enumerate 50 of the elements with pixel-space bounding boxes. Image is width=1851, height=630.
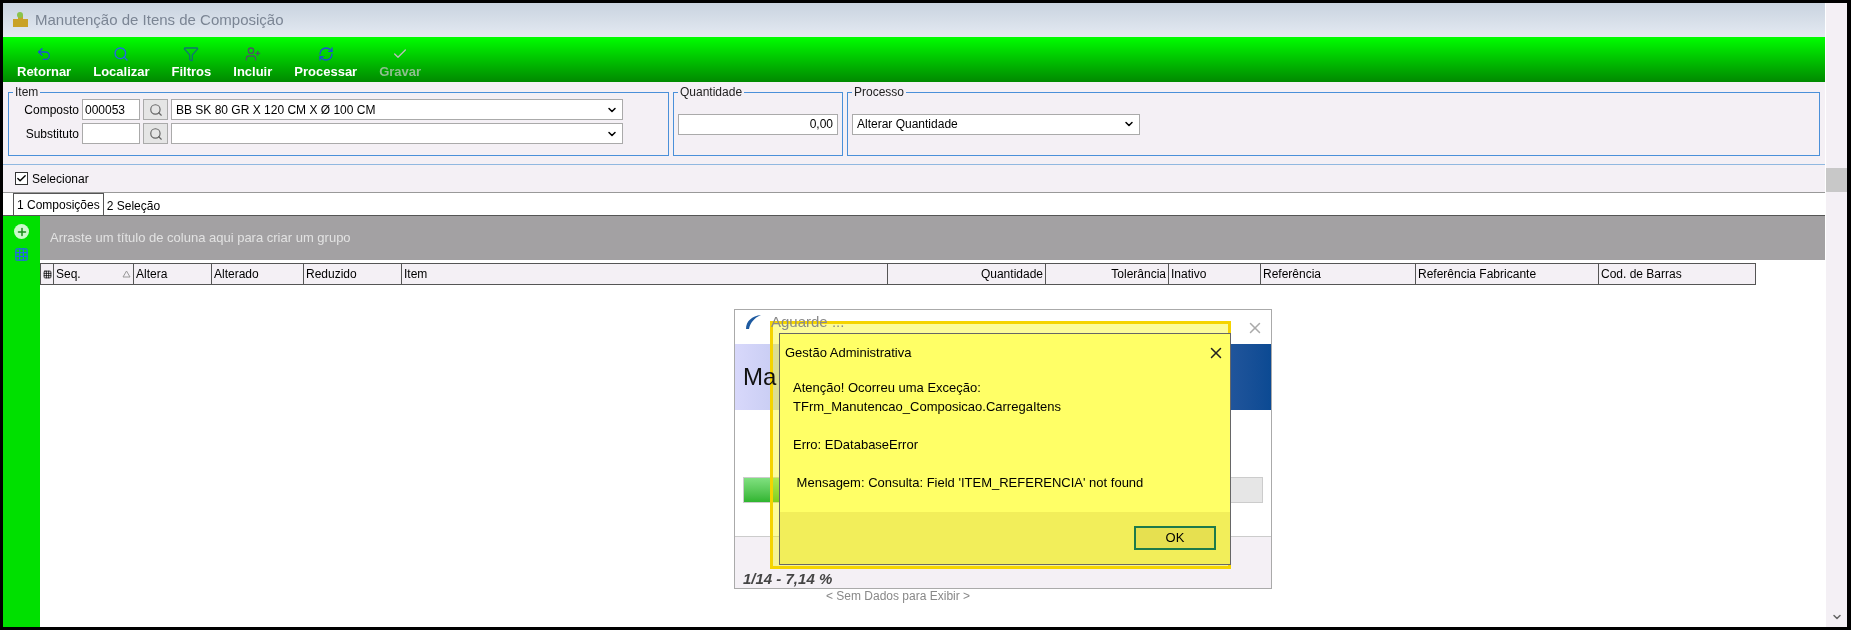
person-add-icon (244, 46, 261, 62)
scroll-thumb[interactable] (1826, 168, 1847, 192)
column-header[interactable]: Tolerância (1046, 263, 1169, 285)
error-text: Erro: EDatabaseError (793, 436, 919, 454)
search-button[interactable] (143, 99, 168, 120)
tab[interactable]: 1 Composições (13, 193, 104, 215)
description-dropdown[interactable]: BB SK 80 GR X 120 CM X Ø 100 CM (171, 99, 623, 120)
empty-message: < Sem Dados para Exibir > (826, 588, 971, 605)
puzzle-icon (11, 11, 31, 29)
quantity-field[interactable]: 0,00 (678, 113, 838, 135)
column-header[interactable]: Cod. de Barras (1599, 263, 1756, 285)
checkbox[interactable] (15, 172, 28, 185)
search-icon (113, 46, 130, 62)
sort-triangle-icon (122, 270, 131, 278)
column-header[interactable]: Reduzido (304, 263, 402, 285)
column-header[interactable]: Altera (134, 263, 212, 285)
column-header[interactable]: Quantidade (888, 263, 1046, 285)
ok-button[interactable]: OK (1134, 526, 1216, 550)
search-icon (148, 126, 163, 141)
return-arrow-icon (36, 46, 53, 62)
field-label: Substituto (24, 125, 79, 143)
column-header[interactable]: Referência (1261, 263, 1416, 285)
add-icon[interactable] (14, 224, 29, 239)
window-title: Manutenção de Itens de Composição (35, 9, 284, 30)
column-header[interactable]: Alterado (212, 263, 304, 285)
code-field[interactable] (82, 123, 140, 144)
column-header[interactable]: Item (402, 263, 888, 285)
column-header[interactable]: Referência Fabricante (1416, 263, 1599, 285)
group-title: Quantidade (678, 84, 745, 100)
progress-status: 1/14 - 7,14 % (743, 570, 833, 587)
column-chooser-icon[interactable] (40, 263, 54, 285)
error-text: Mensagem: Consulta: Field 'ITEM_REFERENCIA' not found (795, 474, 1145, 492)
group-hint: Arraste um título de coluna aqui para criar um grupo (50, 229, 351, 248)
column-header[interactable]: Inativo (1169, 263, 1261, 285)
tab[interactable]: 2 Seleção (103, 196, 164, 215)
search-button[interactable] (143, 123, 168, 144)
swoosh-logo-icon (743, 313, 763, 331)
dialog-title: Gestão Administrativa (785, 344, 912, 363)
error-text: Atenção! Ocorreu uma Exceção: (793, 379, 982, 397)
code-field[interactable]: 000053 (82, 99, 140, 120)
filter-icon (183, 46, 200, 62)
checkbox-label: Selecionar (32, 170, 89, 188)
refresh-icon (317, 46, 334, 62)
field-label: Composto (23, 101, 79, 119)
column-header[interactable]: Seq. (54, 263, 134, 285)
grid-icon[interactable] (14, 247, 29, 262)
search-icon (148, 102, 163, 117)
process-dropdown[interactable]: Alterar Quantidade (852, 113, 1140, 135)
dialog-title: Aguarde ... (771, 313, 845, 330)
error-text: TFrm_Manutencao_Composicao.CarregaItens (793, 398, 1063, 416)
